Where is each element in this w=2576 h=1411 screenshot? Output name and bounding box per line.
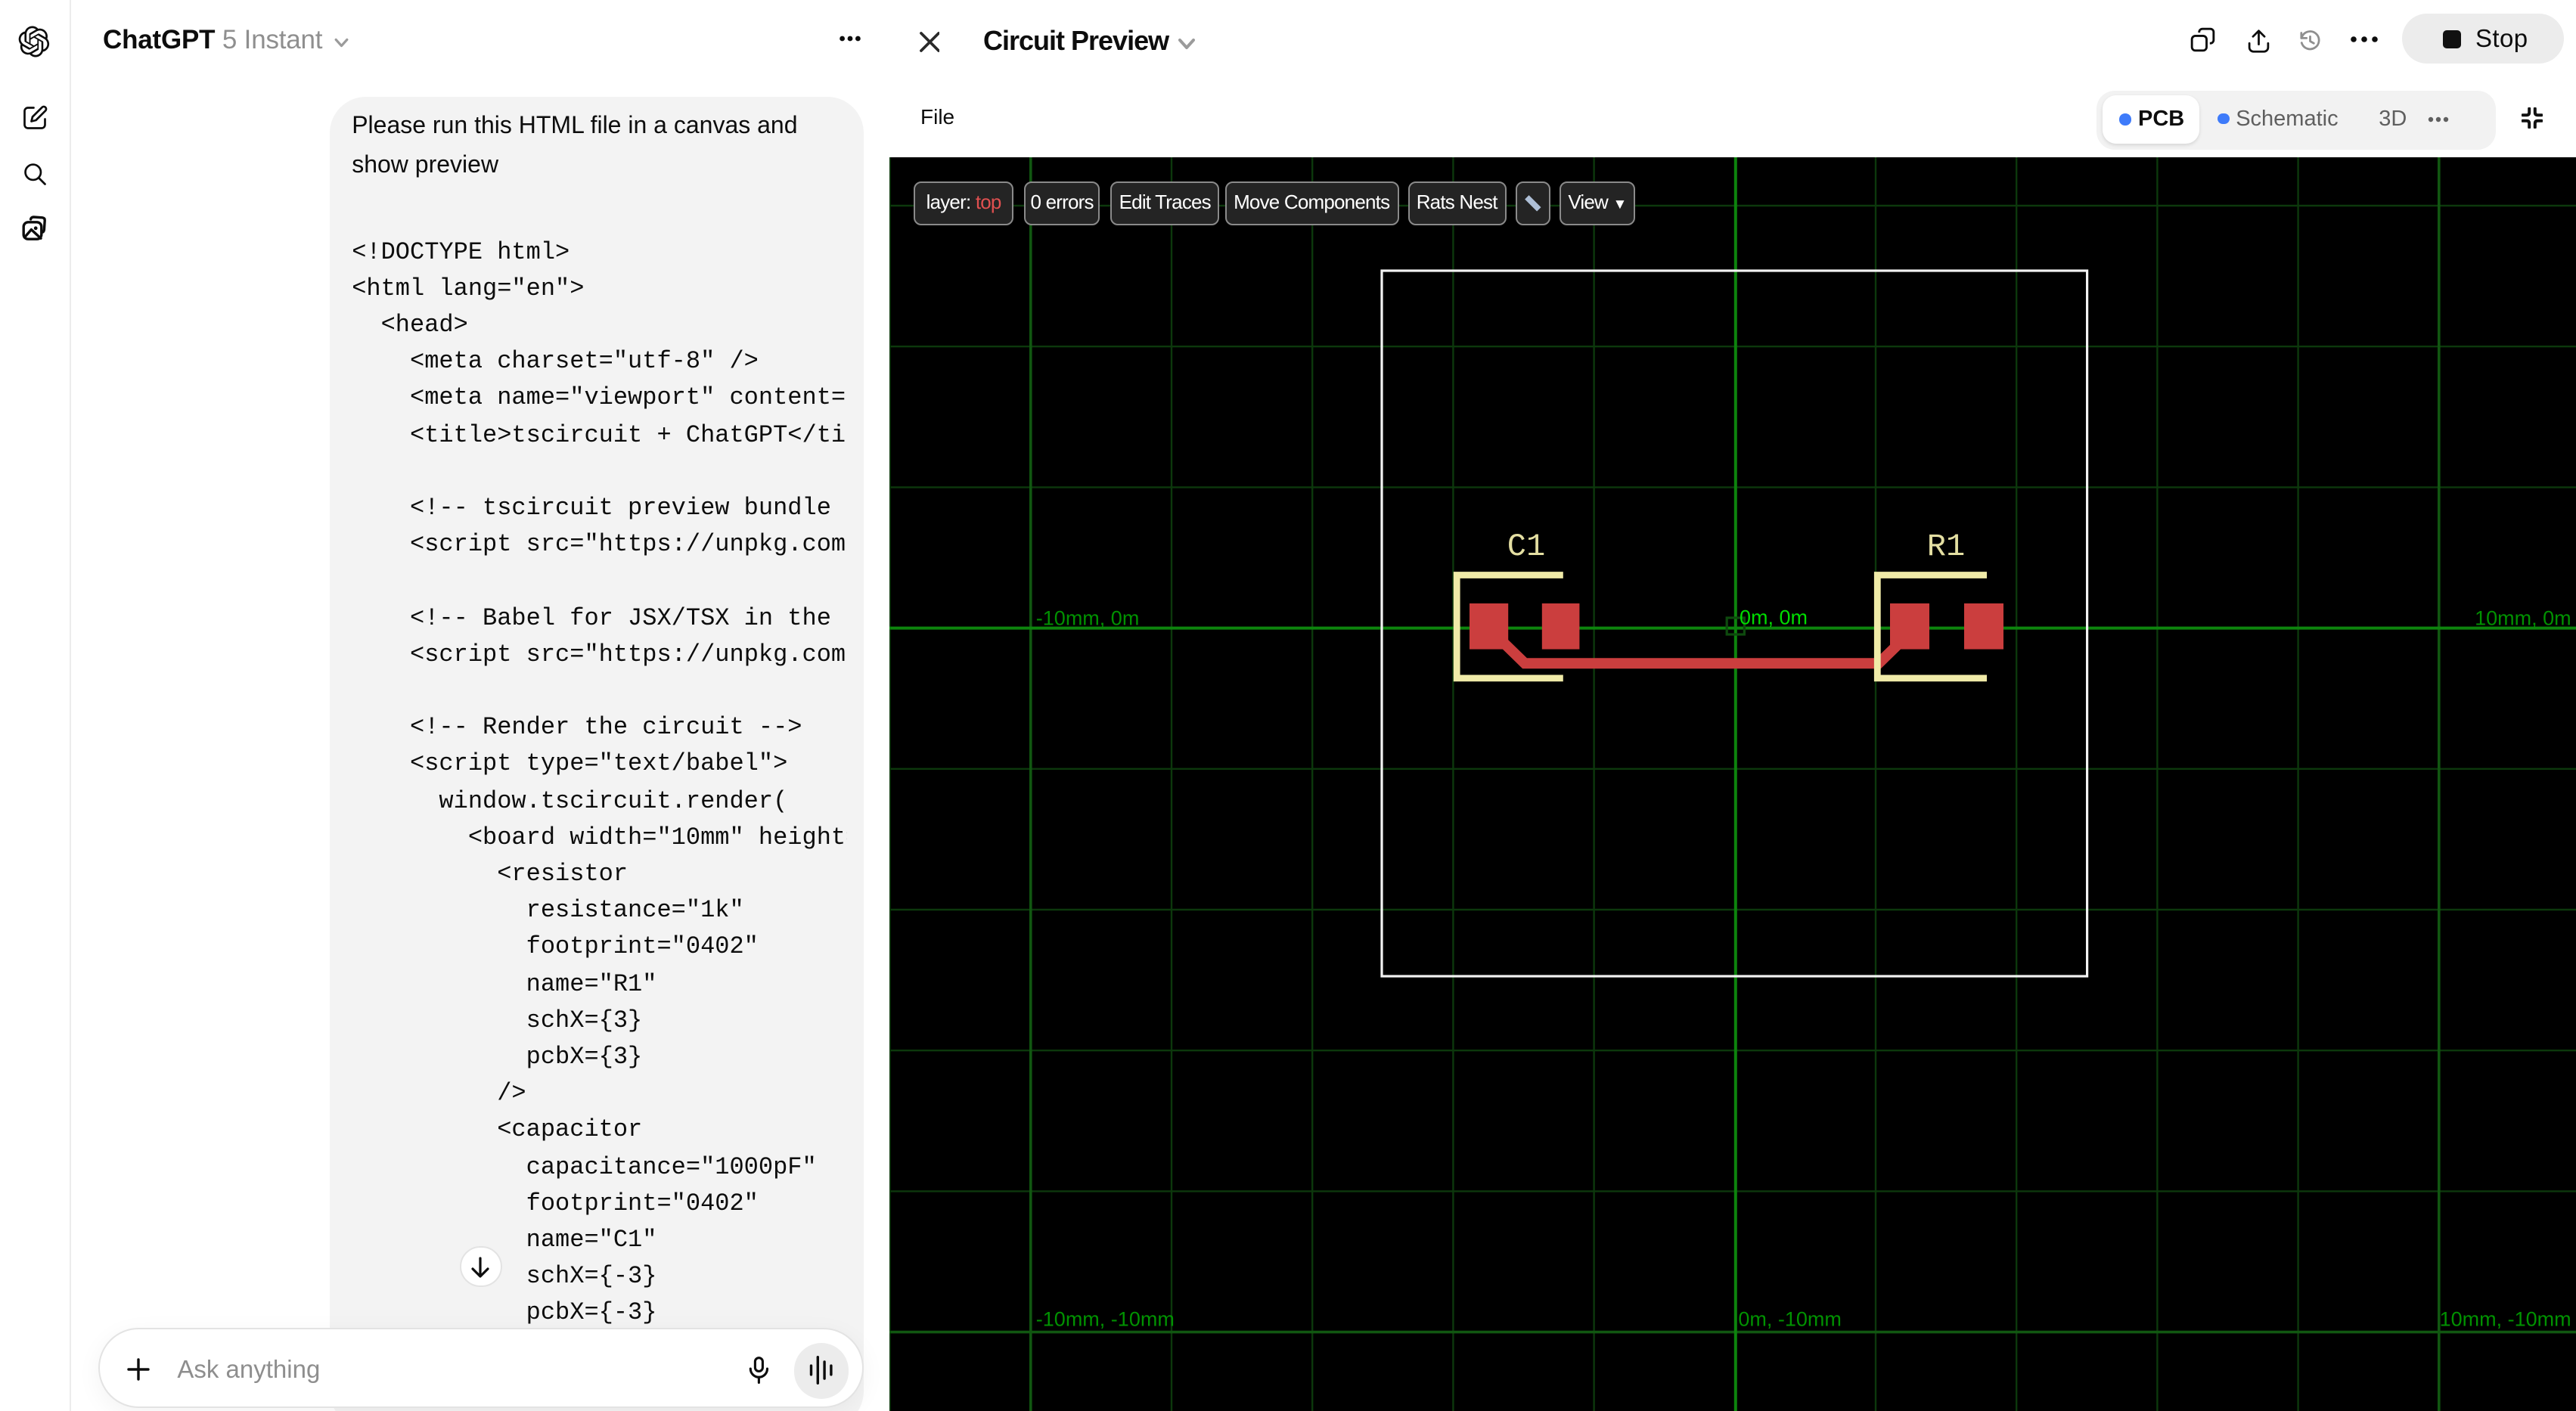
svg-text:0m, -10mm: 0m, -10mm <box>1737 1308 1841 1331</box>
svg-text:-10mm, 0m: -10mm, 0m <box>1035 606 1139 629</box>
svg-text:0m, 0m: 0m, 0m <box>1739 606 1807 629</box>
svg-text:C1: C1 <box>1507 529 1544 565</box>
svg-text:10mm, 0m: 10mm, 0m <box>2474 606 2571 629</box>
svg-text:-10mm, -10mm: -10mm, -10mm <box>1035 1308 1174 1331</box>
svg-text:R1: R1 <box>1926 529 1964 565</box>
svg-text:10mm, -10mm: 10mm, -10mm <box>2439 1308 2571 1331</box>
